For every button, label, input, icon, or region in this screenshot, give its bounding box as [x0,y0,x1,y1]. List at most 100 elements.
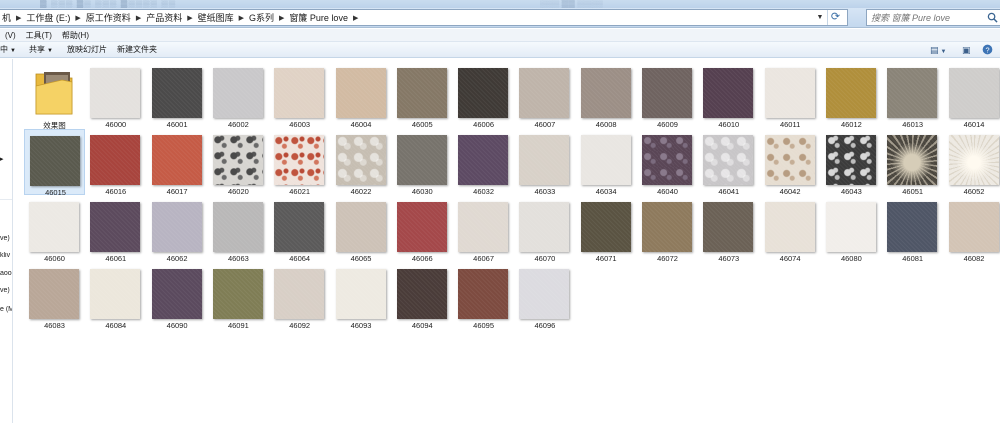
crumb-current-folder[interactable]: 窗簾 Pure love [287,11,350,24]
crumb-separator-icon[interactable]: ▶ [184,14,195,22]
file-item[interactable]: 46022 [331,129,392,196]
folder-item[interactable]: 效果图 [24,62,85,130]
address-bar[interactable]: 机 ▶ 工作盘 (E:) ▶ 原工作资料 ▶ 产品资料 ▶ 壁纸图库 ▶ G系列… [0,9,848,26]
menu-view[interactable]: (V) [0,31,21,40]
file-item[interactable]: 46061 [85,196,146,263]
file-item[interactable]: 46033 [514,129,575,196]
file-item[interactable]: 46095 [453,263,514,330]
address-history-dropdown-icon[interactable]: ▼ [815,10,825,25]
menu-tools[interactable]: 工具(T) [21,30,57,41]
file-item[interactable]: 46066 [392,196,453,263]
file-item[interactable]: 46082 [944,196,1000,263]
crumb-computer[interactable]: 机 [0,11,13,24]
file-item[interactable]: 46002 [208,62,269,129]
file-item[interactable]: 46094 [392,263,453,330]
file-item[interactable]: 46004 [331,62,392,129]
nav-item[interactable]: e (M [0,306,12,313]
file-item[interactable]: 46017 [147,129,208,196]
file-item[interactable]: 46080 [821,196,882,263]
file-item[interactable]: 46071 [576,196,637,263]
crumb-product-files[interactable]: 产品资料 [144,11,184,24]
file-item[interactable]: 46010 [698,62,759,129]
nav-item[interactable]: ve) [0,287,12,294]
file-item[interactable]: 46064 [269,196,330,263]
file-item[interactable]: 46030 [392,129,453,196]
file-item[interactable]: 46011 [760,62,821,129]
file-item[interactable]: 46074 [760,196,821,263]
slideshow-button[interactable]: 放映幻灯片 [67,42,107,58]
file-item[interactable]: 46092 [269,263,330,330]
crumb-g-series[interactable]: G系列 [247,11,276,24]
menu-help[interactable]: 帮助(H) [57,30,94,41]
file-item[interactable]: 46014 [944,62,1000,129]
file-item[interactable]: 46070 [514,196,575,263]
wallpaper-thumbnail [764,202,815,252]
file-name: 46008 [595,120,617,129]
share-button[interactable]: 共享 ▼ [29,42,53,58]
file-item[interactable]: 46083 [24,263,85,330]
crumb-separator-icon[interactable]: ▶ [13,14,24,22]
file-item[interactable]: 46007 [514,62,575,129]
crumb-drive[interactable]: 工作盘 (E:) [24,11,72,24]
file-item[interactable]: 46013 [882,62,943,129]
file-item[interactable]: 46042 [760,129,821,196]
file-item[interactable]: 46043 [821,129,882,196]
file-item[interactable]: 46015 [24,129,85,197]
file-item[interactable]: 46093 [331,263,392,330]
search-input[interactable] [867,10,985,26]
wallpaper-thumbnail [764,135,815,185]
nav-item[interactable]: aoo [0,270,12,277]
file-list[interactable]: 效果图 46000 46001 46002 46003 46004 46005 46006 46… [14,59,1000,423]
file-item[interactable]: 46040 [637,129,698,196]
file-item[interactable]: 46008 [576,62,637,129]
file-item[interactable]: 46073 [698,196,759,263]
crumb-separator-icon[interactable]: ▶ [133,14,144,22]
file-item[interactable]: 46006 [453,62,514,129]
file-item[interactable]: 46090 [147,263,208,330]
new-folder-button[interactable]: 新建文件夹 [117,42,157,58]
search-icon[interactable] [987,12,998,23]
file-item[interactable]: 46012 [821,62,882,129]
help-icon[interactable]: ? [982,44,993,56]
file-item[interactable]: 46041 [698,129,759,196]
crumb-separator-icon[interactable]: ▶ [72,14,83,22]
file-item[interactable]: 46005 [392,62,453,129]
file-item[interactable]: 46062 [147,196,208,263]
file-item[interactable]: 46096 [514,263,575,330]
crumb-wallpaper-gallery[interactable]: 壁纸图库 [196,11,236,24]
crumb-work-files[interactable]: 原工作资料 [84,11,133,24]
file-item[interactable]: 46091 [208,263,269,330]
file-item[interactable]: 46063 [208,196,269,263]
file-name: 46033 [534,187,556,196]
file-item[interactable]: 46034 [576,129,637,196]
file-item[interactable]: 46081 [882,196,943,263]
file-item[interactable]: 46003 [269,62,330,129]
file-item[interactable]: 46052 [944,129,1000,196]
crumb-separator-icon[interactable]: ▶ [236,14,247,22]
crumb-separator-icon[interactable]: ▶ [350,14,361,22]
nav-folder-icon[interactable]: ▸ [0,155,12,163]
file-item[interactable]: 46060 [24,196,85,263]
view-icon[interactable]: ▤ ▼ [930,44,946,56]
refresh-icon[interactable]: ⟳ [827,10,843,25]
file-item[interactable]: 46084 [85,263,146,330]
file-item[interactable]: 46000 [85,62,146,129]
file-item[interactable]: 46032 [453,129,514,196]
file-item[interactable]: 46072 [637,196,698,263]
file-item[interactable]: 46009 [637,62,698,129]
organize-button[interactable]: 中 ▼ [0,42,16,58]
chevron-down-icon: ▼ [47,48,53,54]
search-box[interactable] [866,9,1000,26]
navigation-pane[interactable]: ▸ ve) kliv aoo ve) e (M [0,59,13,423]
file-item[interactable]: 46067 [453,196,514,263]
nav-item[interactable]: kliv [0,252,12,259]
file-item[interactable]: 46051 [882,129,943,196]
file-item[interactable]: 46001 [147,62,208,129]
file-item[interactable]: 46016 [85,129,146,196]
file-item[interactable]: 46020 [208,129,269,196]
nav-item[interactable]: ve) [0,235,12,242]
file-item[interactable]: 46065 [331,196,392,263]
preview-pane-icon[interactable]: ▣ [962,44,971,56]
file-item[interactable]: 46021 [269,129,330,196]
crumb-separator-icon[interactable]: ▶ [276,14,287,22]
